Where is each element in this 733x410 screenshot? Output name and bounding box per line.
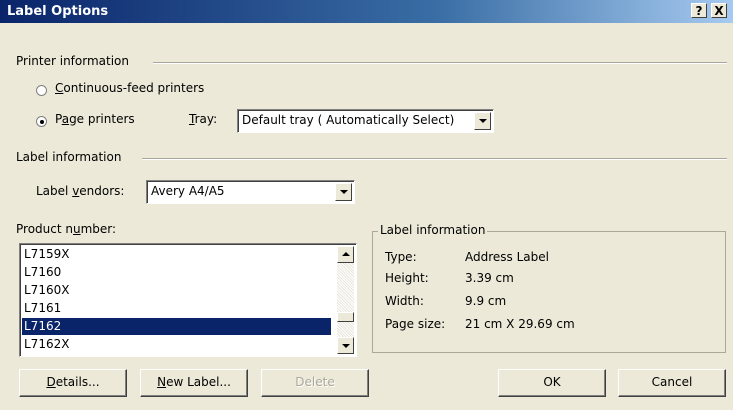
chevron-down-icon bbox=[479, 119, 487, 123]
list-scrollbar[interactable] bbox=[337, 246, 354, 354]
label-info-heading: Label information bbox=[16, 150, 122, 164]
printer-info-separator bbox=[153, 62, 727, 64]
delete-button[interactable]: Delete bbox=[261, 369, 369, 397]
list-item[interactable]: L7162 bbox=[22, 318, 331, 335]
arrow-up-icon bbox=[342, 252, 350, 256]
ok-button[interactable]: OK bbox=[498, 369, 606, 397]
arrow-down-icon bbox=[342, 344, 350, 348]
product-number-label: Product number: bbox=[16, 222, 117, 236]
scroll-up-button[interactable] bbox=[337, 246, 354, 263]
page-size-key: Page size: bbox=[385, 317, 446, 331]
title-bar: Label Options ? X bbox=[0, 0, 733, 23]
chevron-down-icon bbox=[340, 190, 348, 194]
scroll-down-button[interactable] bbox=[337, 337, 354, 354]
window-title: Label Options bbox=[7, 4, 109, 19]
height-value: 3.39 cm bbox=[465, 271, 514, 285]
label-info-groupbox-title: Label information bbox=[378, 223, 488, 237]
tray-label: Tray: bbox=[189, 112, 218, 126]
width-key: Width: bbox=[385, 294, 424, 308]
page-printers-label[interactable]: Page printers bbox=[55, 112, 135, 126]
printer-info-heading: Printer information bbox=[16, 54, 129, 68]
list-item[interactable]: L7160X bbox=[22, 282, 331, 299]
width-value: 9.9 cm bbox=[465, 294, 507, 308]
tray-select-value: Default tray ( Automatically Select) bbox=[242, 113, 455, 127]
scroll-thumb[interactable] bbox=[337, 312, 354, 322]
type-value: Address Label bbox=[465, 250, 549, 264]
label-vendors-label: Label vendors: bbox=[36, 184, 125, 198]
height-key: Height: bbox=[385, 271, 429, 285]
vendors-dropdown-button[interactable] bbox=[335, 183, 352, 201]
list-item[interactable]: L7160 bbox=[22, 264, 331, 281]
product-number-list[interactable]: L7159X L7160 L7160X L7161 L7162 L7162X bbox=[19, 243, 357, 357]
page-printers-radio[interactable] bbox=[36, 116, 47, 127]
list-item[interactable]: L7161 bbox=[22, 300, 331, 317]
tray-select[interactable]: Default tray ( Automatically Select) bbox=[237, 109, 494, 133]
help-button[interactable]: ? bbox=[691, 3, 707, 18]
details-button[interactable]: Details... bbox=[19, 369, 127, 397]
list-item[interactable]: L7162X bbox=[22, 336, 331, 353]
continuous-feed-label[interactable]: Continuous-feed printers bbox=[55, 81, 204, 95]
page-size-value: 21 cm X 29.69 cm bbox=[465, 317, 575, 331]
type-key: Type: bbox=[385, 250, 417, 264]
label-info-groupbox bbox=[372, 231, 726, 353]
list-item[interactable]: L7159X bbox=[22, 246, 331, 263]
cancel-button[interactable]: Cancel bbox=[618, 369, 726, 397]
label-vendors-value: Avery A4/A5 bbox=[151, 184, 225, 198]
new-label-button[interactable]: New Label... bbox=[140, 369, 248, 397]
label-vendors-select[interactable]: Avery A4/A5 bbox=[146, 180, 355, 204]
tray-dropdown-button[interactable] bbox=[474, 112, 491, 130]
close-button[interactable]: X bbox=[711, 3, 727, 18]
label-info-separator bbox=[142, 158, 727, 160]
continuous-feed-radio[interactable] bbox=[36, 85, 47, 96]
